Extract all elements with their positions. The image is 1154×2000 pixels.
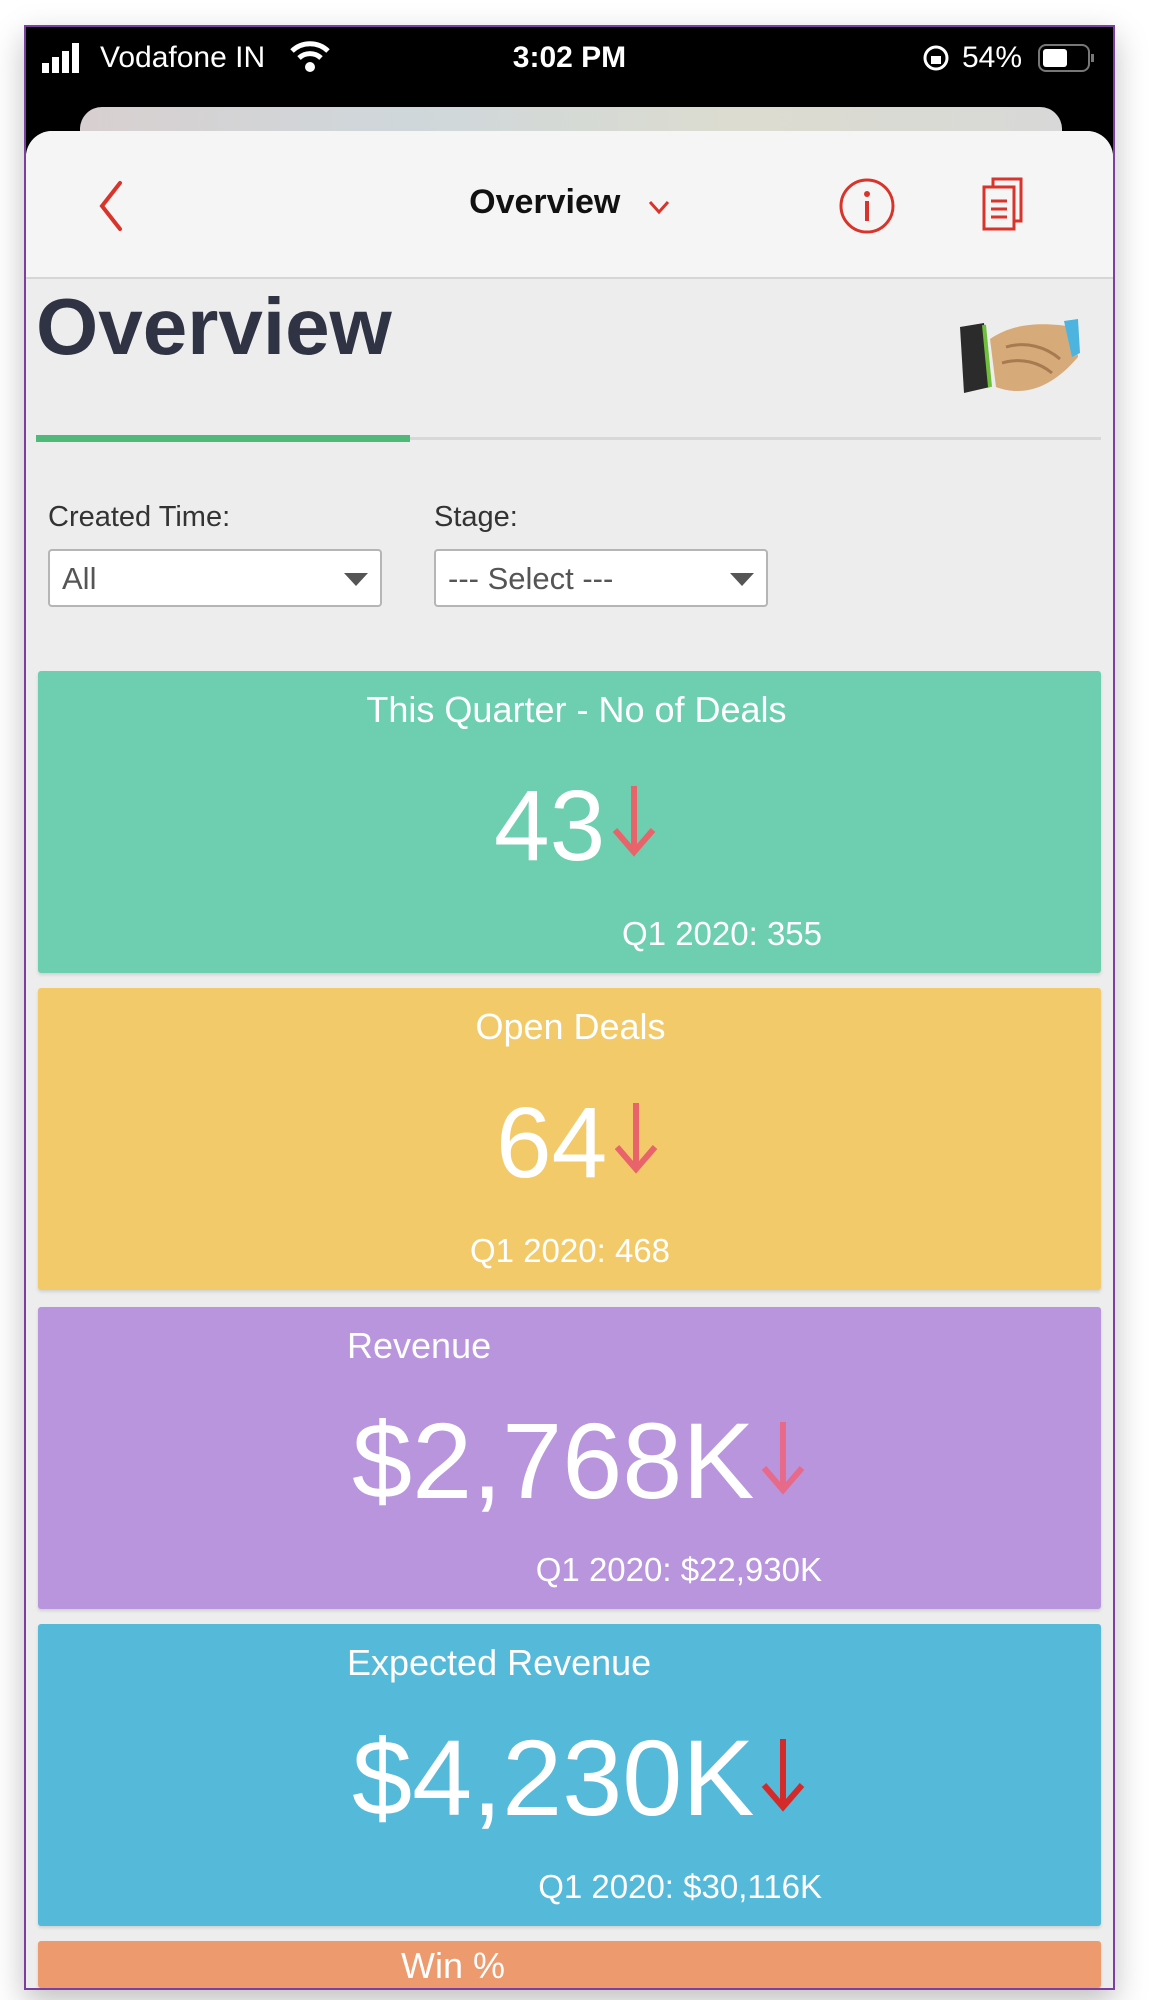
created-time-label: Created Time: — [48, 501, 231, 533]
card-value: $4,230K — [352, 1724, 808, 1832]
card-comparison: Q1 2020: $22,930K — [535, 1551, 822, 1588]
dashboard-selector[interactable]: Overview — [26, 183, 1113, 224]
card-comparison: Q1 2020: 355 — [622, 915, 822, 952]
kpi-card-expected-revenue[interactable]: Expected Revenue $4,230K Q1 2020: $30,11… — [38, 1624, 1101, 1926]
card-title: This Quarter - No of Deals — [366, 689, 787, 730]
card-title: Expected Revenue — [347, 1642, 652, 1683]
created-time-select[interactable]: All — [48, 549, 382, 607]
card-value: 64 — [496, 1093, 661, 1193]
card-value: 43 — [494, 776, 659, 876]
nav-bar: Overview — [26, 131, 1113, 279]
card-value-text: 43 — [494, 770, 606, 882]
modal-sheet: Overview Overview Created Time: All Stag… — [26, 131, 1113, 1988]
copy-icon[interactable] — [981, 177, 1025, 238]
kpi-card-revenue[interactable]: Revenue $2,768K Q1 2020: $22,930K — [38, 1307, 1101, 1609]
page-title: Overview — [36, 282, 392, 371]
created-time-value: All — [62, 561, 97, 596]
card-value-text: $4,230K — [352, 1717, 755, 1838]
card-title: Revenue — [347, 1325, 492, 1366]
trend-down-arrow-icon — [611, 1093, 661, 1193]
card-title: Win % — [401, 1945, 506, 1986]
card-value-text: $2,768K — [352, 1400, 755, 1521]
dropdown-arrow-icon — [730, 573, 754, 586]
stage-label: Stage: — [434, 501, 518, 533]
stage-select[interactable]: --- Select --- — [434, 549, 768, 607]
kpi-card-deals-this-quarter[interactable]: This Quarter - No of Deals 43 Q1 2020: 3… — [38, 671, 1101, 973]
dropdown-arrow-icon — [344, 573, 368, 586]
info-icon[interactable] — [838, 177, 896, 240]
status-bar: Vodafone IN 3:02 PM 54% — [26, 39, 1113, 79]
card-title: Open Deals — [475, 1006, 666, 1047]
chevron-down-icon — [648, 185, 670, 224]
card-comparison: Q1 2020: 468 — [470, 1232, 670, 1269]
battery-percent: 54% — [962, 41, 1023, 74]
rotation-lock-icon — [922, 43, 950, 81]
handshake-icon — [956, 317, 1080, 406]
card-comparison: Q1 2020: $30,116K — [538, 1868, 822, 1905]
kpi-card-win-percent[interactable]: Win % — [38, 1941, 1101, 1988]
nav-title: Overview — [469, 183, 621, 221]
stage-value: --- Select --- — [448, 561, 614, 596]
kpi-card-open-deals[interactable]: Open Deals 64 Q1 2020: 468 — [38, 988, 1101, 1290]
trend-down-arrow-icon — [758, 1407, 808, 1515]
active-tab-underline — [36, 435, 410, 442]
card-value: $2,768K — [352, 1407, 808, 1515]
trend-down-arrow-icon — [609, 776, 659, 876]
trend-down-arrow-icon — [758, 1724, 808, 1832]
card-value-text: 64 — [496, 1087, 608, 1199]
phone-frame: Vodafone IN 3:02 PM 54% Overview Overvie… — [24, 25, 1115, 1990]
battery-icon — [1038, 43, 1096, 81]
